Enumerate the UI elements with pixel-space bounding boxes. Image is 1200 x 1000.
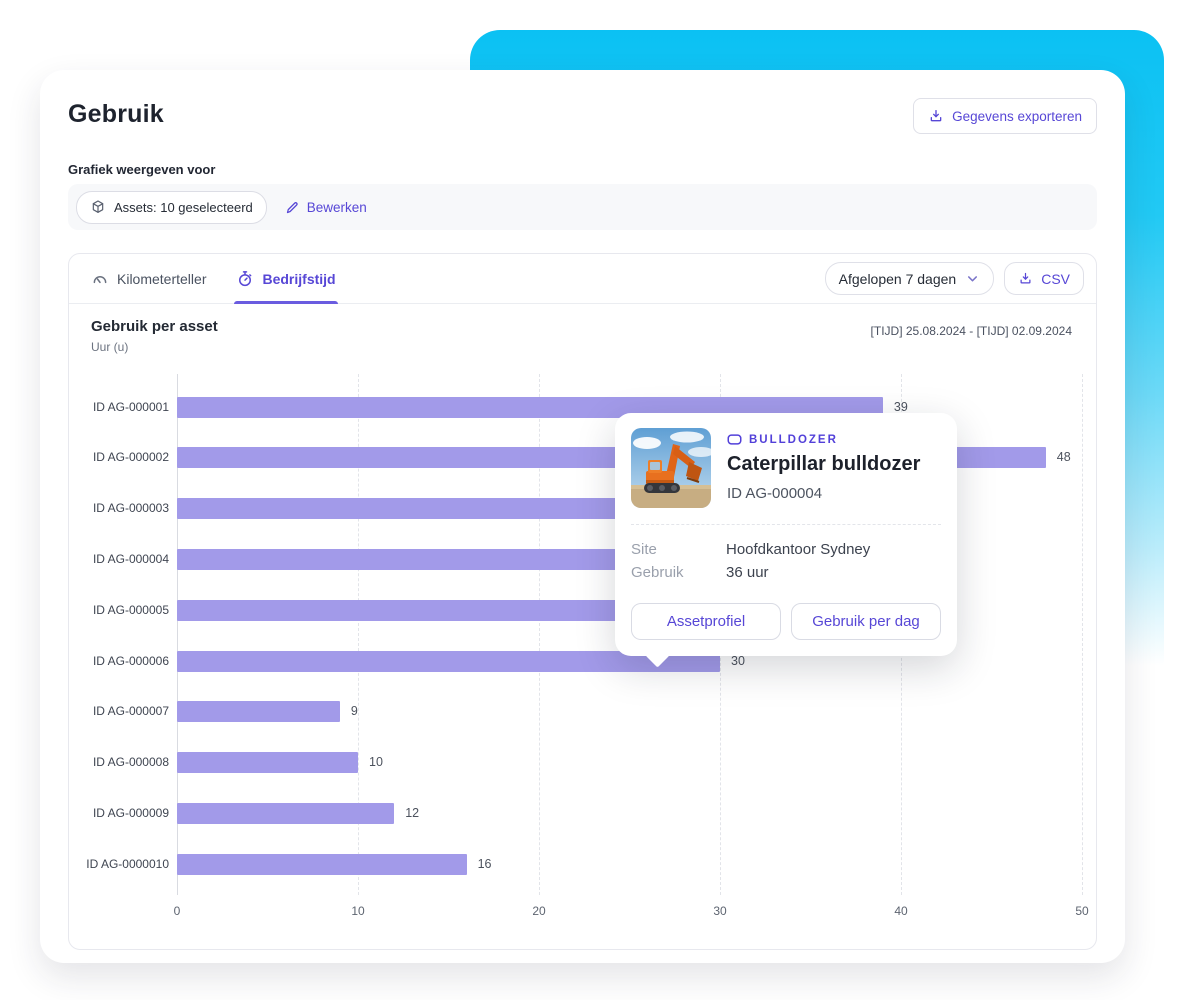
asset-category: BULLDOZER — [727, 433, 920, 446]
date-range-value: Afgelopen 7 dagen — [838, 270, 957, 287]
y-axis-label: ID AG-000005 — [92, 602, 169, 617]
bar-ID AG-000008[interactable] — [177, 752, 358, 774]
y-axis-label: ID AG-000006 — [92, 653, 169, 668]
chart-unit-label: Uur (u) — [91, 340, 129, 354]
usage-per-day-button[interactable]: Gebruik per dag — [791, 603, 941, 640]
y-axis-label: ID AG-000002 — [92, 450, 169, 465]
usage-card: Gebruik Gegevens exporteren Grafiek weer… — [40, 70, 1125, 963]
bar-value-label: 10 — [369, 755, 383, 770]
edit-link-label: Bewerken — [306, 199, 367, 215]
csv-button-label: CSV — [1041, 270, 1070, 287]
chart-filter-label: Grafiek weergeven voor — [68, 162, 216, 177]
y-axis-label: ID AG-000004 — [92, 551, 169, 566]
export-data-button[interactable]: Gegevens exporteren — [913, 98, 1097, 134]
odometer-icon — [91, 270, 109, 288]
chart-date-range: [TIJD] 25.08.2024 - [TIJD] 02.09.2024 — [870, 324, 1072, 338]
chart-header: Gebruik per asset Uur (u) — [91, 318, 218, 354]
y-axis-label: ID AG-000007 — [92, 704, 169, 719]
x-axis-tick: 20 — [532, 904, 546, 918]
gridline-x-50 — [1082, 374, 1083, 895]
tab-label: Kilometerteller — [117, 270, 207, 287]
bar-value-label: 12 — [405, 805, 420, 820]
export-button-label: Gegevens exporteren — [952, 108, 1082, 124]
info-label: Gebruik — [631, 564, 684, 581]
x-axis-tick: 10 — [351, 904, 365, 918]
chart-title: Gebruik per asset — [91, 318, 218, 335]
asset-title: Caterpillar bulldozer — [727, 453, 921, 475]
x-axis-tick: 30 — [713, 904, 727, 918]
asset-profile-button[interactable]: Assetprofiel — [631, 603, 781, 640]
info-row-usage: Gebruik 36 uur — [631, 561, 941, 584]
x-axis-tick: 50 — [1075, 904, 1089, 918]
y-axis-label: ID AG-0000010 — [86, 856, 169, 871]
category-tag-icon — [727, 433, 742, 446]
download-icon — [928, 108, 944, 124]
asset-id: ID AG-000004 — [727, 485, 823, 502]
tooltip-divider — [631, 524, 941, 525]
chevron-down-icon — [965, 271, 980, 286]
bar-ID AG-000009[interactable] — [177, 802, 395, 824]
assets-chip-label: Assets: 10 geselecteerd — [114, 199, 253, 215]
bar-ID AG-0000010[interactable] — [177, 853, 467, 875]
bar-value-label: 48 — [1056, 450, 1071, 465]
usage-dashboard: { "header": { "title": "Gebruik", "expor… — [0, 0, 1200, 1000]
csv-export-button[interactable]: CSV — [1004, 262, 1084, 295]
page-title: Gebruik — [68, 100, 164, 128]
tooltip-head: BULLDOZER Caterpillar bulldozer ID AG-00… — [631, 428, 941, 508]
tooltip-info-rows: Site Hoofdkantoor Sydney Gebruik 36 uur — [631, 538, 941, 584]
pencil-icon — [285, 200, 300, 215]
tab-bedrijfstijd[interactable]: Bedrijfstijd — [234, 254, 338, 304]
tab-label: Bedrijfstijd — [262, 270, 336, 287]
stopwatch-icon — [236, 270, 254, 288]
info-row-site: Site Hoofdkantoor Sydney — [631, 538, 941, 561]
edit-assets-link[interactable]: Bewerken — [285, 200, 367, 215]
tooltip-buttons: Assetprofiel Gebruik per dag — [631, 603, 941, 640]
x-axis-tick: 0 — [173, 904, 181, 918]
y-axis-label: ID AG-000003 — [92, 501, 169, 516]
assets-filter-chip[interactable]: Assets: 10 geselecteerd — [76, 190, 267, 224]
download-icon — [1018, 271, 1033, 286]
bar-ID AG-000007[interactable] — [177, 701, 340, 723]
bar-value-label: 16 — [477, 856, 492, 871]
cube-icon — [90, 199, 106, 215]
asset-category-label: BULLDOZER — [749, 433, 838, 446]
date-range-select[interactable]: Afgelopen 7 dagen — [824, 262, 995, 295]
info-value: 36 uur — [726, 564, 769, 581]
filter-strip: Assets: 10 geselecteerd Bewerken — [68, 184, 1097, 230]
y-axis-label: ID AG-000008 — [92, 755, 169, 770]
asset-photo — [631, 428, 711, 508]
x-axis-tick: 40 — [894, 904, 908, 918]
info-value: Hoofdkantoor Sydney — [726, 541, 871, 558]
tab-kilometerteller[interactable]: Kilometerteller — [91, 254, 206, 303]
bar-value-label: 9 — [350, 704, 358, 719]
tooltip-head-text: BULLDOZER Caterpillar bulldozer ID AG-00… — [727, 428, 920, 508]
y-axis-label: ID AG-000001 — [92, 399, 169, 414]
asset-tooltip-card: BULLDOZER Caterpillar bulldozer ID AG-00… — [615, 413, 957, 656]
info-label: Site — [631, 541, 657, 558]
tab-bar: Kilometerteller Bedrijfstijd Afgelopen 7… — [69, 254, 1096, 304]
y-axis-label: ID AG-000009 — [92, 805, 169, 820]
